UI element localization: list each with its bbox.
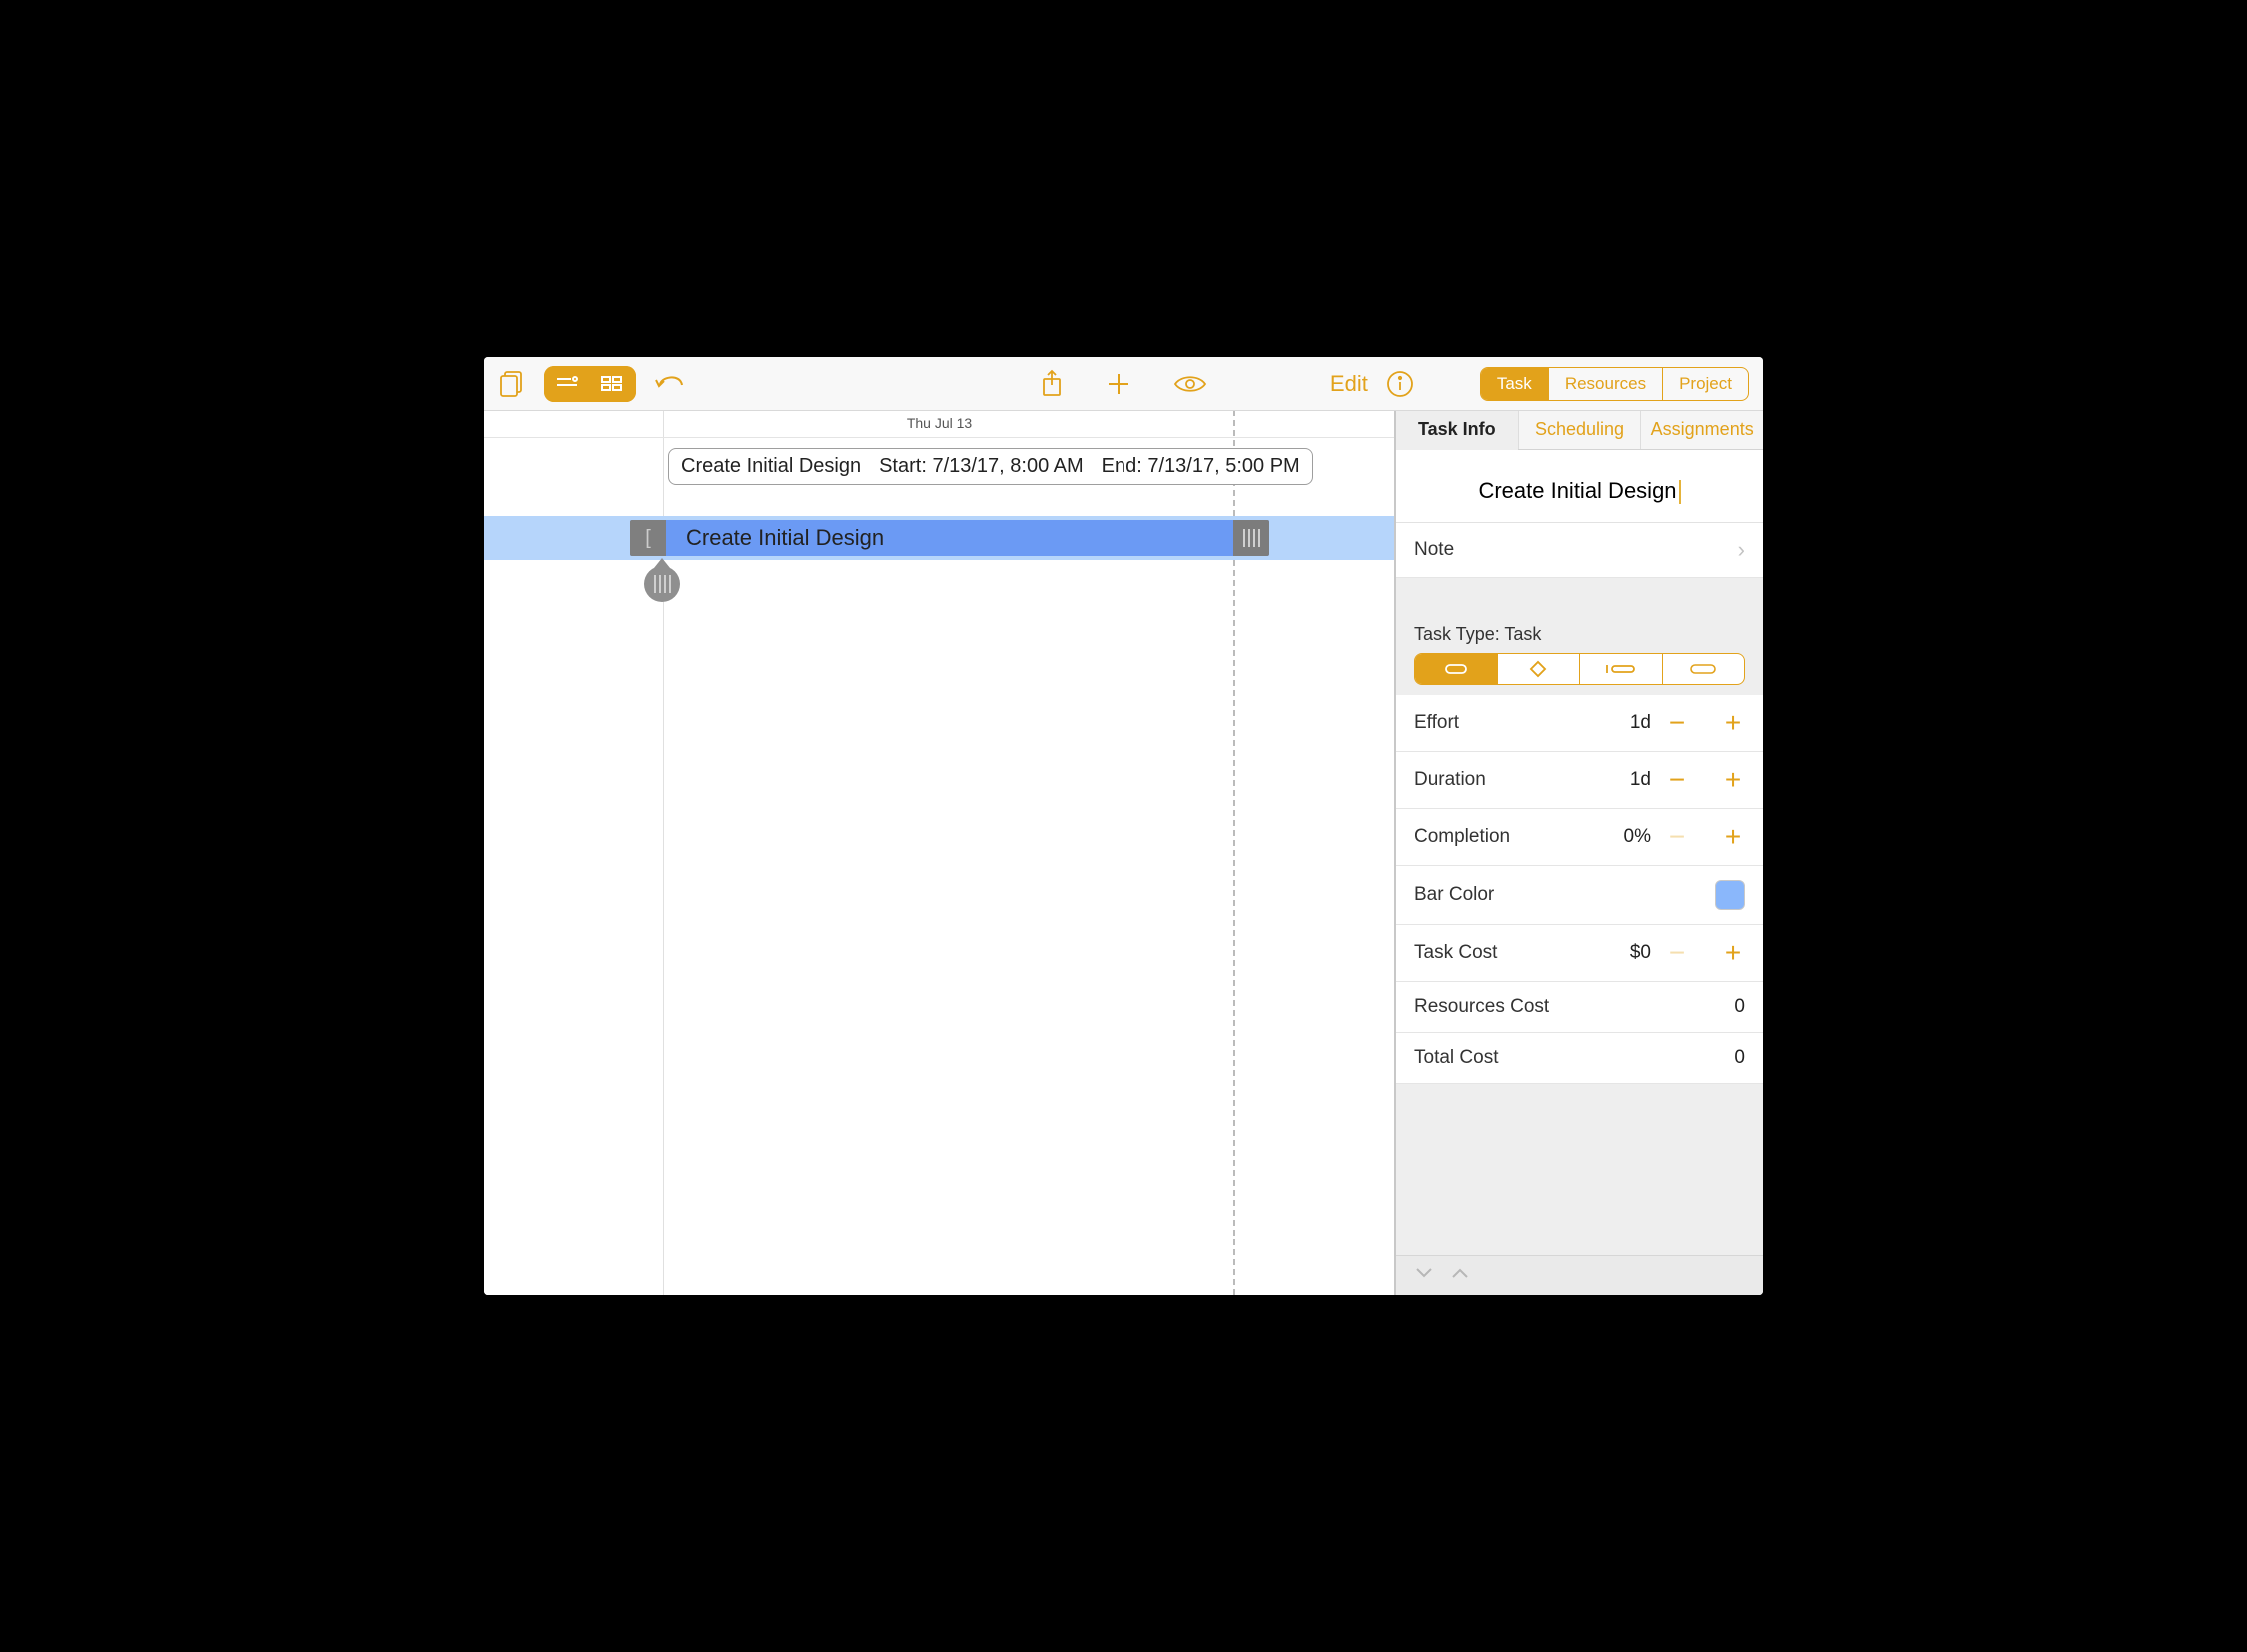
prev-task-arrow[interactable] (1414, 1266, 1434, 1285)
add-icon[interactable] (1106, 371, 1131, 397)
view-mode-segmented[interactable] (544, 366, 636, 402)
note-row[interactable]: Note › (1396, 523, 1763, 578)
share-icon[interactable] (1040, 369, 1064, 399)
view-mode-grid[interactable] (590, 366, 636, 402)
total-cost-value: 0 (1734, 1047, 1745, 1069)
resources-cost-row: Resources Cost 0 (1396, 982, 1763, 1033)
tab-assignments[interactable]: Assignments (1640, 411, 1763, 449)
effort-decrement[interactable]: − (1665, 709, 1689, 737)
bar-color-row[interactable]: Bar Color (1396, 866, 1763, 925)
toolbar-center (1040, 369, 1207, 399)
content-area: Thu Jul 13 Create Initial Design Start: … (484, 411, 1763, 1295)
effort-increment[interactable]: + (1721, 709, 1745, 737)
inspector-scope-segmented[interactable]: Task Resources Project (1480, 367, 1749, 401)
effort-value: 1d (1630, 712, 1651, 734)
completion-row: Completion 0% − + (1396, 809, 1763, 866)
app-window: Edit Task Resources Project Thu Jul 13 C… (484, 357, 1763, 1295)
inspector-panel: Task Info Scheduling Assignments Create … (1395, 411, 1763, 1295)
task-type-segmented[interactable] (1414, 653, 1745, 685)
completion-value: 0% (1624, 826, 1651, 848)
resources-cost-value: 0 (1734, 996, 1745, 1018)
tooltip-start: Start: 7/13/17, 8:00 AM (879, 455, 1084, 478)
task-cost-row: Task Cost $0 − + (1396, 925, 1763, 982)
gantt-area[interactable]: Thu Jul 13 Create Initial Design Start: … (484, 411, 1395, 1295)
next-task-arrow[interactable] (1450, 1266, 1470, 1285)
bar-color-swatch[interactable] (1715, 880, 1745, 910)
tooltip-end: End: 7/13/17, 5:00 PM (1102, 455, 1300, 478)
completion-decrement[interactable]: − (1665, 823, 1689, 851)
chevron-right-icon: › (1738, 537, 1745, 563)
duration-label: Duration (1414, 769, 1630, 791)
duration-row: Duration 1d − + (1396, 752, 1763, 809)
scope-project[interactable]: Project (1662, 368, 1748, 400)
view-mode-gantt[interactable] (544, 366, 590, 402)
task-title-text: Create Initial Design (1478, 478, 1676, 503)
scope-task[interactable]: Task (1481, 368, 1548, 400)
info-icon[interactable] (1386, 370, 1414, 398)
task-handle-right[interactable] (1233, 520, 1269, 556)
resources-cost-label: Resources Cost (1414, 996, 1734, 1018)
task-cost-value: $0 (1630, 942, 1651, 964)
eye-icon[interactable] (1173, 373, 1207, 395)
effort-row: Effort 1d − + (1396, 695, 1763, 752)
note-label: Note (1414, 539, 1738, 561)
completion-increment[interactable]: + (1721, 823, 1745, 851)
tab-task-info[interactable]: Task Info (1396, 411, 1518, 449)
task-drag-knob[interactable] (644, 566, 680, 602)
edit-button[interactable]: Edit (1330, 371, 1368, 397)
total-cost-label: Total Cost (1414, 1047, 1734, 1069)
duration-increment[interactable]: + (1721, 766, 1745, 794)
task-tooltip: Create Initial Design Start: 7/13/17, 8:… (668, 448, 1313, 485)
task-type-milestone[interactable] (1497, 654, 1580, 684)
bar-color-label: Bar Color (1414, 884, 1715, 906)
tooltip-name: Create Initial Design (681, 455, 861, 478)
date-header: Thu Jul 13 (484, 411, 1394, 438)
grip-icon (654, 575, 671, 593)
task-row[interactable]: Create Initial Design (484, 516, 1394, 560)
inspector-nav-arrows (1396, 1255, 1763, 1295)
total-cost-row: Total Cost 0 (1396, 1033, 1763, 1084)
documents-icon[interactable] (498, 369, 526, 399)
task-cost-decrement[interactable]: − (1665, 939, 1689, 967)
task-title-field[interactable]: Create Initial Design (1396, 450, 1763, 523)
grip-icon (1243, 529, 1260, 547)
task-cost-label: Task Cost (1414, 942, 1630, 964)
task-cost-increment[interactable]: + (1721, 939, 1745, 967)
task-bar[interactable]: Create Initial Design (630, 520, 1269, 556)
task-type-group[interactable] (1662, 654, 1745, 684)
undo-icon[interactable] (654, 371, 688, 397)
completion-label: Completion (1414, 826, 1624, 848)
duration-decrement[interactable]: − (1665, 766, 1689, 794)
task-type-task[interactable] (1415, 654, 1497, 684)
text-cursor (1679, 480, 1681, 504)
inspector-tabs: Task Info Scheduling Assignments (1396, 411, 1763, 450)
toolbar: Edit Task Resources Project (484, 357, 1763, 411)
scope-resources[interactable]: Resources (1548, 368, 1662, 400)
effort-label: Effort (1414, 712, 1630, 734)
date-label: Thu Jul 13 (907, 415, 972, 431)
task-handle-left[interactable] (630, 520, 666, 556)
task-type-hammock[interactable] (1579, 654, 1662, 684)
task-type-label: Task Type: Task (1396, 614, 1763, 653)
task-bar-label: Create Initial Design (666, 525, 884, 551)
duration-value: 1d (1630, 769, 1651, 791)
tab-scheduling[interactable]: Scheduling (1518, 411, 1641, 449)
